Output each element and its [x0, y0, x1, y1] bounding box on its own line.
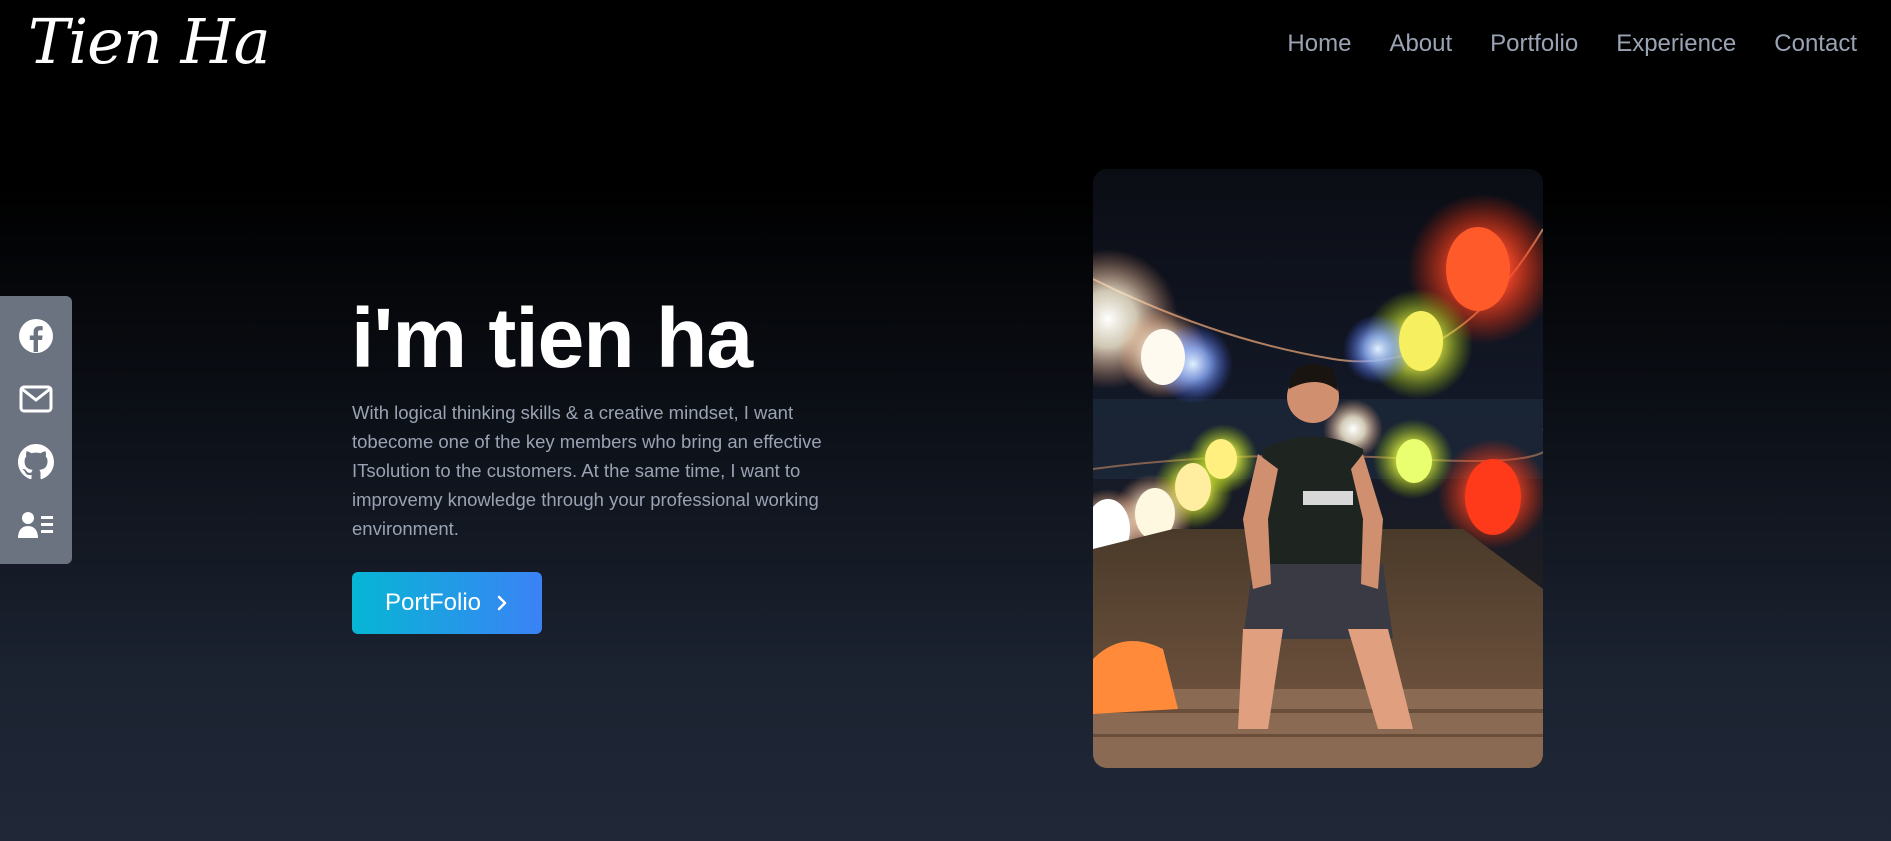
facebook-icon[interactable]	[16, 316, 56, 356]
nav-portfolio[interactable]: Portfolio	[1490, 30, 1578, 58]
nav-experience[interactable]: Experience	[1616, 30, 1736, 58]
resume-icon[interactable]	[16, 505, 56, 545]
mail-icon[interactable]	[16, 379, 56, 419]
social-sidebar	[0, 296, 72, 564]
nav-home[interactable]: Home	[1287, 30, 1351, 58]
hero-description: With logical thinking skills & a creativ…	[352, 402, 822, 539]
nav-about[interactable]: About	[1389, 30, 1452, 58]
hero-title: i'm tien ha	[351, 291, 753, 385]
portfolio-button[interactable]: PortFolio	[352, 572, 542, 634]
main-nav: Home About Portfolio Experience Contact	[1287, 30, 1857, 58]
portfolio-button-label: PortFolio	[384, 589, 482, 616]
profile-photo	[1093, 169, 1543, 768]
site-logo[interactable]: Tien Ha	[28, 4, 271, 80]
github-icon[interactable]	[16, 442, 56, 482]
chevron-right-icon	[497, 595, 507, 611]
nav-contact[interactable]: Contact	[1774, 30, 1857, 58]
